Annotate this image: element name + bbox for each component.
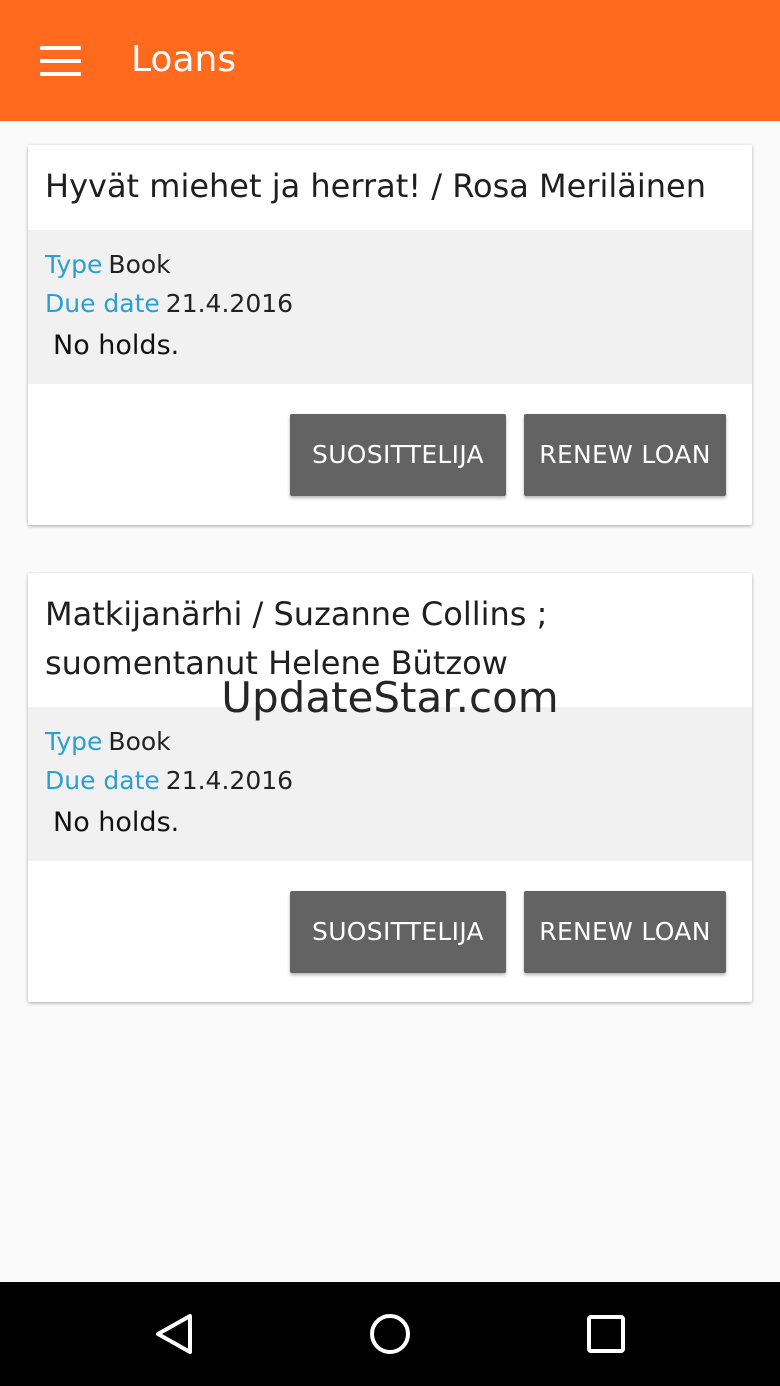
holds-status: No holds. [53,330,180,361]
renew-loan-button[interactable]: RENEW LOAN [524,891,726,973]
menu-line [40,59,81,63]
loan-details: Type Book Due date 21.4.2016 No holds. [28,230,752,384]
watermark: UpdateStar.com [221,673,559,722]
page-title: Loans [131,39,237,80]
type-label: Type [45,250,103,279]
system-nav-bar [0,1282,780,1386]
menu-line [40,72,81,76]
app-bar: Loans [0,0,780,121]
renew-loan-button[interactable]: RENEW LOAN [524,414,726,496]
recommend-button[interactable]: SUOSITTELIJA [290,891,506,973]
holds-status: No holds. [53,807,180,838]
due-date-value: 21.4.2016 [165,766,294,795]
loan-card: Matkijanärhi / Suzanne Collins ; suoment… [28,573,752,1002]
loan-type-row: Type Book [45,248,171,282]
recommend-button[interactable]: SUOSITTELIJA [290,414,506,496]
due-date-label: Due date [45,766,160,795]
type-value: Book [108,727,171,756]
loan-type-row: Type Book [45,725,171,759]
type-value: Book [108,250,171,279]
loan-card: Hyvät miehet ja herrat! / Rosa Meriläine… [28,145,752,525]
hamburger-menu-icon[interactable] [40,46,81,76]
loan-details: Type Book Due date 21.4.2016 No holds. [28,707,752,861]
back-triangle-icon[interactable] [152,1312,196,1356]
menu-line [40,46,81,50]
home-circle-icon[interactable] [368,1312,412,1356]
recents-square-icon[interactable] [584,1312,628,1356]
loan-title: Hyvät miehet ja herrat! / Rosa Meriläine… [45,167,707,205]
due-date-row: Due date 21.4.2016 [45,764,293,798]
due-date-row: Due date 21.4.2016 [45,287,293,321]
type-label: Type [45,727,103,756]
due-date-value: 21.4.2016 [165,289,294,318]
due-date-label: Due date [45,289,160,318]
